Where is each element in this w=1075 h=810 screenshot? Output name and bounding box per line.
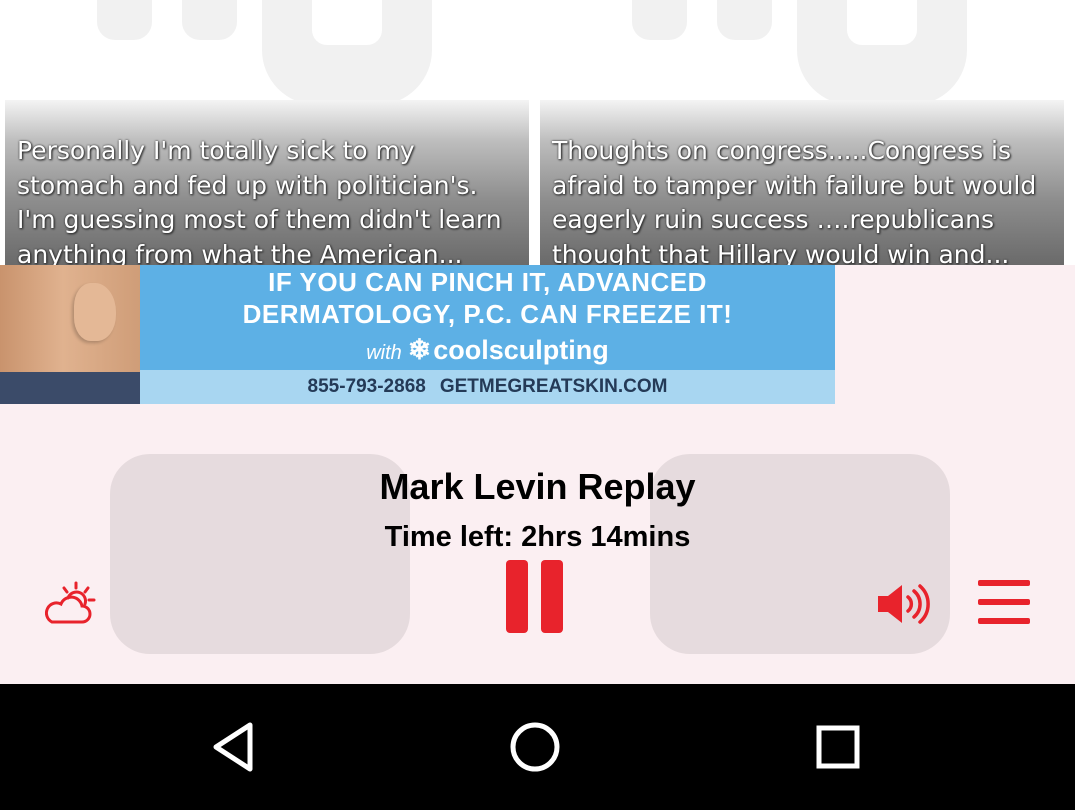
ad-headline-line1: IF YOU CAN PINCH IT, ADVANCED xyxy=(268,267,707,297)
feed-card-caption: Thoughts on congress.....Congress is afr… xyxy=(552,136,1037,265)
snowflake-icon: ❄ xyxy=(407,334,432,365)
ad-phone: 855-793-2868 xyxy=(307,376,426,397)
pause-button[interactable] xyxy=(506,560,563,633)
ad-website: GETMEGREATSKIN.COM xyxy=(439,376,668,397)
audio-player: Mark Levin Replay Time left: 2hrs 14mins xyxy=(0,404,1075,684)
ad-side-space xyxy=(835,265,1075,404)
volume-icon xyxy=(878,584,930,624)
recent-apps-icon xyxy=(816,725,860,769)
ad-with-text: with xyxy=(366,342,402,364)
weather-icon xyxy=(44,581,96,624)
recent-apps-button[interactable] xyxy=(808,717,868,777)
back-button[interactable] xyxy=(203,717,263,777)
feed-card[interactable]: Thoughts on congress.....Congress is afr… xyxy=(540,0,1064,265)
ad-photo xyxy=(0,265,140,404)
ad-brand: coolsculpting xyxy=(433,335,609,365)
time-left: Time left: 2hrs 14mins xyxy=(384,521,691,553)
home-button[interactable] xyxy=(505,717,565,777)
now-playing-title: Mark Levin Replay xyxy=(379,466,696,507)
back-icon xyxy=(213,722,253,772)
menu-button[interactable] xyxy=(978,580,1030,626)
feed-card[interactable]: Personally I'm totally sick to my stomac… xyxy=(5,0,529,265)
station-logo-watermark xyxy=(97,0,432,105)
feed-card-caption: Personally I'm totally sick to my stomac… xyxy=(17,136,502,265)
station-logo-watermark xyxy=(632,0,967,105)
ad-headline-line2: DERMATOLOGY, P.C. CAN FREEZE IT! xyxy=(242,299,733,329)
ad-brand-line: with ❄coolsculpting xyxy=(140,333,835,366)
home-icon xyxy=(510,722,560,772)
ad-contact-strip: 855-793-2868 GETMEGREATSKIN.COM xyxy=(140,370,835,404)
ad-banner[interactable]: IF YOU CAN PINCH IT, ADVANCED DERMATOLOG… xyxy=(0,265,835,404)
news-feed: Personally I'm totally sick to my stomac… xyxy=(0,0,1075,265)
weather-button[interactable] xyxy=(42,580,98,628)
system-nav-bar xyxy=(0,684,1075,810)
volume-button[interactable] xyxy=(876,582,932,626)
